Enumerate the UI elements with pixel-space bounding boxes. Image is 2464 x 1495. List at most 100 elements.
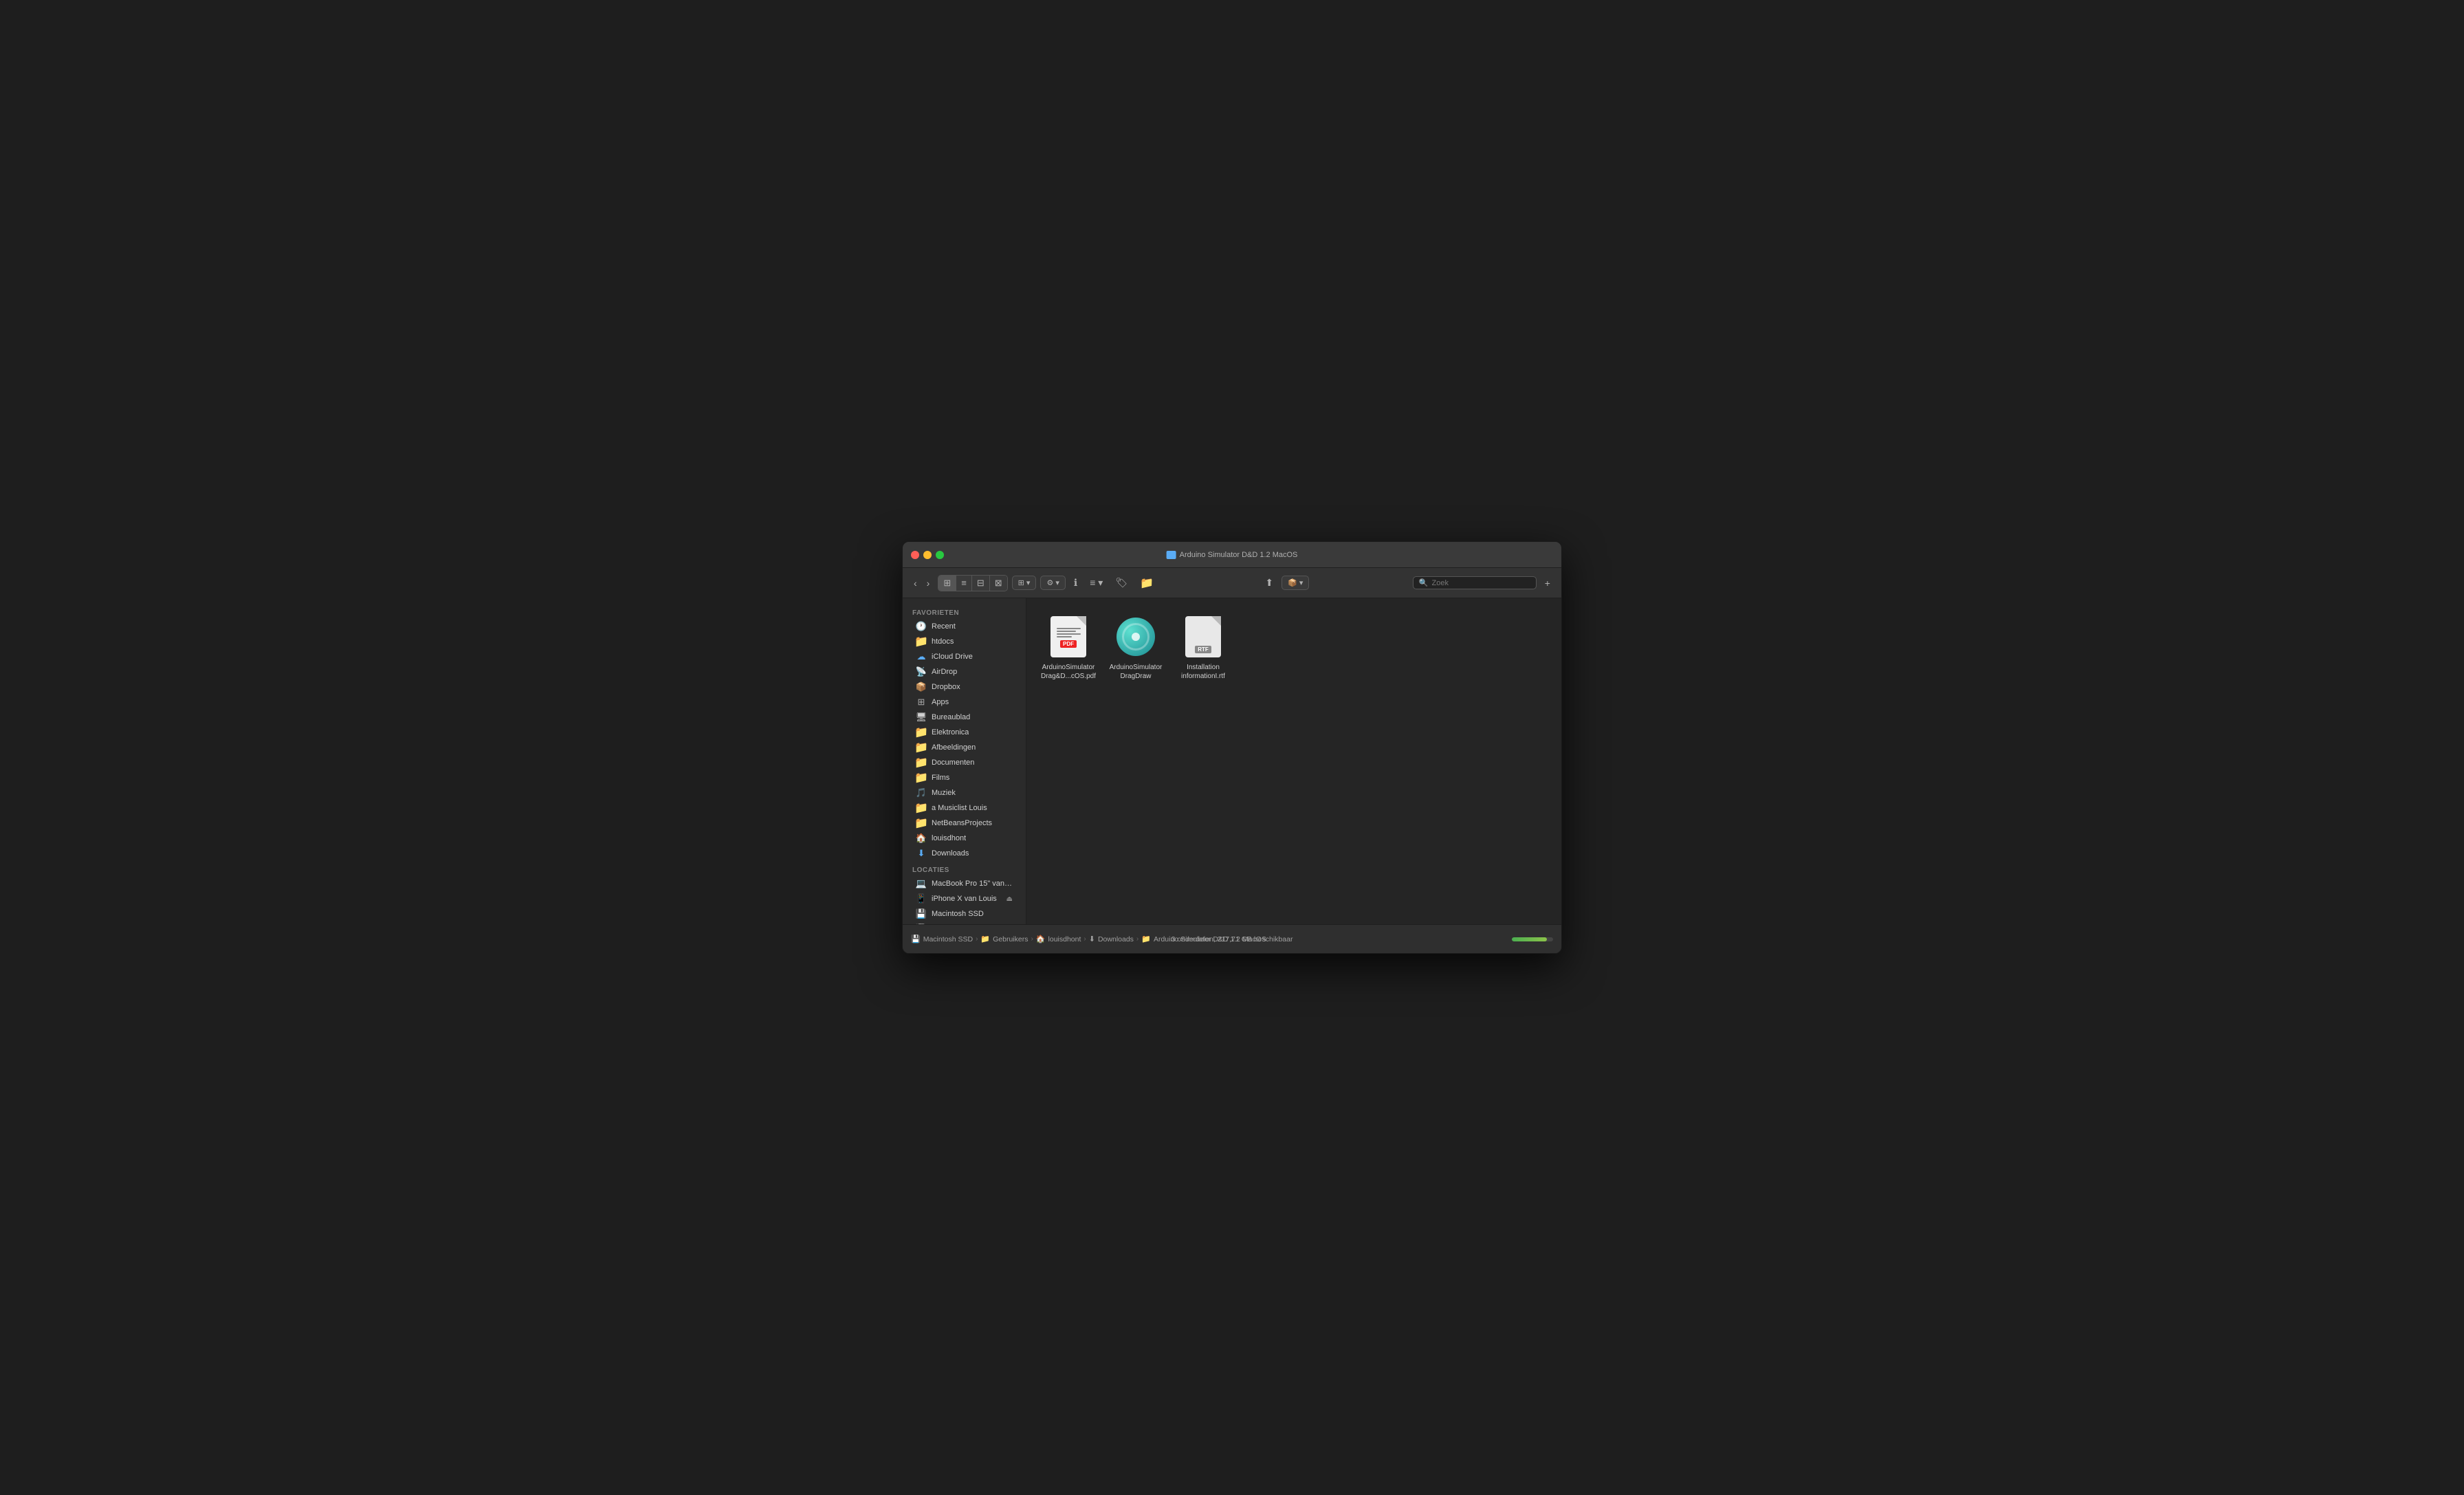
sidebar-label-iphone: iPhone X van Louis bbox=[932, 895, 997, 903]
sidebar-item-elektronica[interactable]: 📁 Elektronica bbox=[906, 725, 1022, 740]
window-title-text: Arduino Simulator D&D 1.2 MacOS bbox=[1180, 551, 1298, 559]
sidebar-item-muziek[interactable]: 🎵 Muziek bbox=[906, 785, 1022, 800]
sidebar-item-recent[interactable]: 🕐 Recent bbox=[906, 619, 1022, 634]
fritzing-file-name: ArduinoSimulatorDragDraw bbox=[1110, 663, 1163, 681]
title-folder-icon bbox=[1167, 551, 1176, 559]
share-button[interactable]: ⬆ bbox=[1261, 574, 1277, 591]
window-title: Arduino Simulator D&D 1.2 MacOS bbox=[1167, 551, 1298, 559]
view-column-button[interactable]: ⊟ bbox=[972, 576, 990, 591]
films-icon: 📁 bbox=[916, 772, 927, 783]
dropbox-button[interactable]: 📦 ▾ bbox=[1282, 576, 1309, 590]
sidebar-label-netbeans: NetBeansProjects bbox=[932, 819, 992, 827]
downloads-icon: ⬇ bbox=[916, 848, 927, 859]
minimize-button[interactable] bbox=[923, 551, 932, 559]
sidebar-item-bureaublad[interactable]: 🖥 Bureaublad bbox=[906, 710, 1022, 725]
info-button[interactable]: ℹ bbox=[1070, 574, 1081, 591]
sidebar-item-macintosh-ssd[interactable]: 💾 Macintosh SSD bbox=[906, 906, 1022, 921]
tag-button[interactable]: 🏷 bbox=[1111, 574, 1132, 591]
sidebar-item-dropbox[interactable]: 📦 Dropbox bbox=[906, 679, 1022, 695]
path-button[interactable]: ≡ ▾ bbox=[1086, 574, 1107, 591]
sidebar-item-htdocs[interactable]: 📁 htdocs bbox=[906, 634, 1022, 649]
view-list-button[interactable]: ≡ bbox=[956, 576, 972, 591]
sidebar: Favorieten 🕐 Recent 📁 htdocs ☁ iCloud Dr… bbox=[903, 598, 1026, 924]
macbook-icon: 💻 bbox=[916, 878, 927, 889]
breadcrumb-downloads-label: Downloads bbox=[1098, 935, 1134, 943]
search-input[interactable] bbox=[1432, 579, 1530, 587]
sidebar-label-icloud: iCloud Drive bbox=[932, 653, 973, 661]
progress-bar bbox=[1512, 937, 1553, 941]
sidebar-item-apps[interactable]: ⊞ Apps bbox=[906, 695, 1022, 710]
progress-bar-fill bbox=[1512, 937, 1547, 941]
sidebar-label-recent: Recent bbox=[932, 622, 956, 631]
sidebar-item-macbook[interactable]: 💻 MacBook Pro 15" van Louis bbox=[906, 876, 1022, 891]
view-buttons: ⊞ ≡ ⊟ ⊠ bbox=[938, 575, 1007, 591]
sidebar-item-louisdhont[interactable]: 🏠 louisdhont bbox=[906, 831, 1022, 846]
locations-label: Locaties bbox=[903, 861, 1026, 876]
sidebar-item-musiclist[interactable]: 📁 a Musiclist Louis bbox=[906, 800, 1022, 816]
add-button[interactable]: + bbox=[1541, 575, 1554, 591]
breadcrumb-macintosh-ssd[interactable]: 💾 Macintosh SSD bbox=[911, 935, 973, 943]
home-icon: 🏠 bbox=[916, 833, 927, 844]
status-text: 3 onderdelen, 217,71 GB beschikbaar bbox=[1172, 935, 1293, 943]
sidebar-label-downloads: Downloads bbox=[932, 849, 969, 858]
favorites-label: Favorieten bbox=[903, 604, 1026, 619]
nav-buttons: ‹ › bbox=[910, 575, 934, 591]
forward-button[interactable]: › bbox=[923, 575, 934, 591]
breadcrumb-arduino-icon: 📁 bbox=[1141, 935, 1151, 943]
sidebar-label-macbook: MacBook Pro 15" van Louis bbox=[932, 880, 1013, 888]
macintosh-ssd-icon: 💾 bbox=[916, 908, 927, 919]
sidebar-item-downloads[interactable]: ⬇ Downloads bbox=[906, 846, 1022, 861]
sidebar-label-muziek: Muziek bbox=[932, 789, 956, 797]
breadcrumb-gebruikers[interactable]: 📁 Gebruikers bbox=[980, 935, 1028, 943]
sidebar-label-elektronica: Elektronica bbox=[932, 728, 969, 736]
iphone-icon: 📱 bbox=[916, 893, 927, 904]
afbeeldingen-icon: 📁 bbox=[916, 742, 927, 753]
folder-button[interactable]: 📁 bbox=[1136, 574, 1158, 593]
arrange-button[interactable]: ⊞ ▾ bbox=[1012, 576, 1037, 590]
dropbox-icon: 📦 bbox=[916, 681, 927, 692]
sidebar-label-apps: Apps bbox=[932, 698, 949, 706]
icloud-icon: ☁ bbox=[916, 651, 927, 662]
back-button[interactable]: ‹ bbox=[910, 575, 921, 591]
rtf-file-name: InstallationinformationI.rtf bbox=[1181, 663, 1225, 681]
file-item-fritzing[interactable]: ArduinoSimulatorDragDraw bbox=[1105, 609, 1167, 686]
sidebar-label-bureaublad: Bureaublad bbox=[932, 713, 970, 721]
breadcrumb-macintosh-ssd-label: Macintosh SSD bbox=[923, 935, 973, 943]
sidebar-item-films[interactable]: 📁 Films bbox=[906, 770, 1022, 785]
breadcrumb-gebruikers-label: Gebruikers bbox=[993, 935, 1028, 943]
close-button[interactable] bbox=[911, 551, 919, 559]
sidebar-label-documenten: Documenten bbox=[932, 759, 974, 767]
file-item-pdf[interactable]: PDF ArduinoSimulatorDrag&D...cOS.pdf bbox=[1037, 609, 1099, 686]
sidebar-item-netbeans[interactable]: 📁 NetBeansProjects bbox=[906, 816, 1022, 831]
sidebar-item-afbeeldingen[interactable]: 📁 Afbeeldingen bbox=[906, 740, 1022, 755]
sidebar-item-documenten[interactable]: 📁 Documenten bbox=[906, 755, 1022, 770]
sidebar-item-icloud[interactable]: ☁ iCloud Drive bbox=[906, 649, 1022, 664]
view-icon-button[interactable]: ⊞ bbox=[938, 576, 956, 591]
action-button[interactable]: ⚙ ▾ bbox=[1040, 576, 1065, 590]
muziek-icon: 🎵 bbox=[916, 787, 927, 798]
sidebar-label-macintosh-ssd: Macintosh SSD bbox=[932, 910, 984, 918]
netbeans-icon: 📁 bbox=[916, 818, 927, 829]
sidebar-label-afbeeldingen: Afbeeldingen bbox=[932, 743, 976, 752]
recent-icon: 🕐 bbox=[916, 621, 927, 632]
titlebar: Arduino Simulator D&D 1.2 MacOS bbox=[903, 542, 1561, 568]
file-item-rtf[interactable]: RTF InstallationinformationI.rtf bbox=[1172, 609, 1234, 686]
file-area[interactable]: PDF ArduinoSimulatorDrag&D...cOS.pdf Ard… bbox=[1026, 598, 1561, 924]
search-box[interactable]: 🔍 bbox=[1413, 576, 1537, 589]
finder-window: Arduino Simulator D&D 1.2 MacOS ‹ › ⊞ ≡ … bbox=[902, 541, 1562, 954]
sidebar-item-iphone[interactable]: 📱 iPhone X van Louis ⏏ bbox=[906, 891, 1022, 906]
sidebar-label-htdocs: htdocs bbox=[932, 637, 954, 646]
iphone-eject-icon[interactable]: ⏏ bbox=[1006, 895, 1013, 903]
breadcrumb-louisdhont[interactable]: 🏠 louisdhont bbox=[1036, 935, 1081, 943]
htdocs-icon: 📁 bbox=[916, 636, 927, 647]
toolbar: ‹ › ⊞ ≡ ⊟ ⊠ ⊞ ▾ ⚙ ▾ ℹ ≡ ▾ 🏷 📁 ⬆ 📦 ▾ 🔍 + bbox=[903, 568, 1561, 598]
view-cover-button[interactable]: ⊠ bbox=[990, 576, 1007, 591]
breadcrumb-sep-1: › bbox=[976, 935, 978, 943]
apps-icon: ⊞ bbox=[916, 697, 927, 708]
search-icon: 🔍 bbox=[1419, 578, 1429, 587]
pdf-file-icon: PDF bbox=[1046, 615, 1090, 659]
sidebar-label-dropbox: Dropbox bbox=[932, 683, 960, 691]
maximize-button[interactable] bbox=[936, 551, 944, 559]
breadcrumb-downloads[interactable]: ⬇ Downloads bbox=[1089, 935, 1134, 943]
sidebar-item-airdrop[interactable]: 📡 AirDrop bbox=[906, 664, 1022, 679]
